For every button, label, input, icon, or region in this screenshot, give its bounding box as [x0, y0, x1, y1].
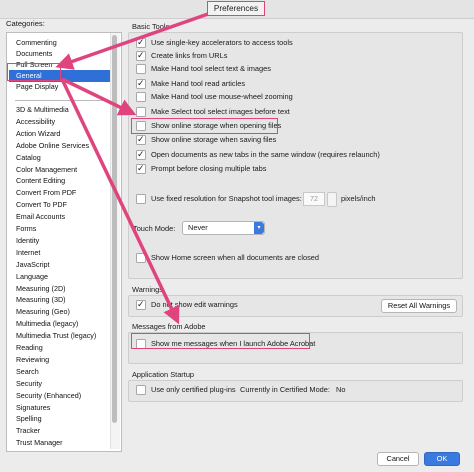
option-label: Open documents as new tabs in the same w… — [151, 150, 380, 159]
category-item[interactable]: Adobe Online Services — [16, 140, 89, 152]
category-item[interactable]: Multimedia (legacy) — [16, 318, 78, 330]
fixed-resolution-checkbox[interactable] — [136, 194, 146, 204]
category-item[interactable]: Measuring (Geo) — [16, 306, 70, 318]
category-item[interactable]: 3D & Multimedia — [16, 104, 69, 116]
certified-plugins-label: Use only certified plug-ins — [151, 385, 236, 394]
option-checkbox[interactable] — [136, 107, 146, 117]
category-item[interactable]: Content Editing — [16, 175, 65, 187]
category-item[interactable]: Measuring (3D) — [16, 294, 66, 306]
category-item[interactable]: Security — [16, 378, 42, 390]
touch-mode-label: Touch Mode: — [133, 224, 176, 233]
category-item[interactable]: Signatures — [16, 402, 50, 414]
option-label: Make Hand tool use mouse-wheel zooming — [151, 92, 293, 101]
messages-highlight-box — [131, 333, 310, 349]
home-screen-checkbox[interactable] — [136, 253, 146, 263]
basic-tools-option[interactable]: Make Hand tool read articles — [136, 77, 456, 90]
reset-warnings-button[interactable]: Reset All Warnings — [381, 299, 457, 313]
category-item[interactable]: Spelling — [16, 413, 42, 425]
certified-mode-label: Currently in Certified Mode: — [240, 385, 330, 394]
startup-title: Application Startup — [132, 370, 195, 379]
home-screen-option[interactable]: Show Home screen when all documents are … — [136, 252, 356, 264]
option-checkbox[interactable] — [136, 77, 146, 89]
category-item[interactable]: Measuring (2D) — [16, 283, 66, 295]
ok-button[interactable]: OK — [424, 452, 460, 466]
category-item[interactable]: Convert From PDF — [16, 187, 76, 199]
touch-mode-value: Never — [188, 223, 208, 232]
option-label: Make Hand tool select text & images — [151, 64, 271, 73]
certified-mode-value: No — [336, 385, 346, 394]
option-label: Make Select tool select images before te… — [151, 107, 290, 116]
category-item[interactable]: Multimedia Trust (legacy) — [16, 330, 96, 342]
fixed-resolution-label: Use fixed resolution for Snapshot tool i… — [151, 194, 302, 203]
category-item[interactable]: Security (Enhanced) — [16, 390, 81, 402]
certified-plugins-option[interactable]: Use only certified plug-ins — [136, 384, 246, 396]
messages-title: Messages from Adobe — [132, 322, 206, 331]
category-item[interactable]: Convert To PDF — [16, 199, 67, 211]
basic-tools-option[interactable]: Make Hand tool use mouse-wheel zooming — [136, 91, 456, 103]
category-item[interactable]: Email Accounts — [16, 211, 65, 223]
edit-warnings-label: Do not show edit warnings — [151, 300, 238, 309]
basic-tools-option[interactable]: Open documents as new tabs in the same w… — [136, 148, 456, 161]
basic-tools-title: Basic Tools — [132, 22, 170, 31]
category-item[interactable]: Reading — [16, 342, 43, 354]
category-item[interactable]: Tracker — [16, 425, 40, 437]
category-item[interactable]: Catalog — [16, 152, 41, 164]
category-item[interactable]: Reviewing — [16, 354, 49, 366]
category-item[interactable]: Trust Manager — [16, 437, 62, 449]
edit-warnings-option[interactable]: Do not show edit warnings — [136, 298, 306, 311]
category-item[interactable]: Internet — [16, 247, 40, 259]
option-checkbox[interactable] — [136, 148, 146, 160]
option-label: Create links from URLs — [151, 51, 228, 60]
category-item[interactable]: Forms — [16, 223, 36, 235]
category-item[interactable]: JavaScript — [16, 259, 50, 271]
option-checkbox[interactable] — [136, 36, 146, 48]
home-screen-label: Show Home screen when all documents are … — [151, 253, 320, 262]
warnings-title: Warnings — [132, 285, 163, 294]
category-item[interactable]: Accessibility — [16, 116, 55, 128]
certified-plugins-checkbox[interactable] — [136, 385, 146, 395]
option-checkbox[interactable] — [136, 64, 146, 74]
window-title: Preferences — [207, 1, 265, 16]
resolution-stepper[interactable] — [327, 192, 337, 207]
option-label: Show online storage when saving files — [151, 135, 277, 144]
touch-mode-select[interactable]: Never ▾ — [182, 221, 265, 235]
online-storage-highlight-box — [131, 118, 278, 134]
general-highlight-box — [7, 63, 61, 81]
categories-divider — [15, 100, 107, 101]
basic-tools-option[interactable]: Prompt before closing multiple tabs — [136, 162, 456, 175]
basic-tools-option[interactable]: Create links from URLs — [136, 49, 456, 62]
category-item[interactable]: Action Wizard — [16, 128, 60, 140]
option-checkbox[interactable] — [136, 133, 146, 145]
option-label: Make Hand tool read articles — [151, 79, 246, 88]
basic-tools-option[interactable]: Show online storage when saving files — [136, 133, 456, 146]
basic-tools-option[interactable]: Make Select tool select images before te… — [136, 106, 456, 118]
chevron-updown-icon: ▾ — [254, 222, 264, 234]
categories-label: Categories: — [6, 19, 45, 28]
category-item[interactable]: Identity — [16, 235, 39, 247]
category-item[interactable]: Search — [16, 366, 39, 378]
option-checkbox[interactable] — [136, 49, 146, 61]
basic-tools-option[interactable]: Use single-key accelerators to access to… — [136, 36, 456, 49]
resolution-unit: pixels/inch — [341, 194, 376, 203]
category-item[interactable]: Language — [16, 271, 48, 283]
category-item[interactable]: Color Management — [16, 164, 77, 176]
resolution-input[interactable]: 72 — [303, 192, 325, 206]
option-label: Use single-key accelerators to access to… — [151, 38, 293, 47]
fixed-resolution-option[interactable]: Use fixed resolution for Snapshot tool i… — [136, 193, 306, 205]
basic-tools-option[interactable]: Make Hand tool select text & images — [136, 63, 456, 75]
option-checkbox[interactable] — [136, 92, 146, 102]
categories-scroll-thumb[interactable] — [112, 35, 117, 423]
option-label: Prompt before closing multiple tabs — [151, 164, 267, 173]
option-checkbox[interactable] — [136, 162, 146, 174]
cancel-button[interactable]: Cancel — [377, 452, 419, 466]
category-item[interactable]: Page Display — [16, 81, 58, 93]
edit-warnings-checkbox[interactable] — [136, 298, 146, 310]
